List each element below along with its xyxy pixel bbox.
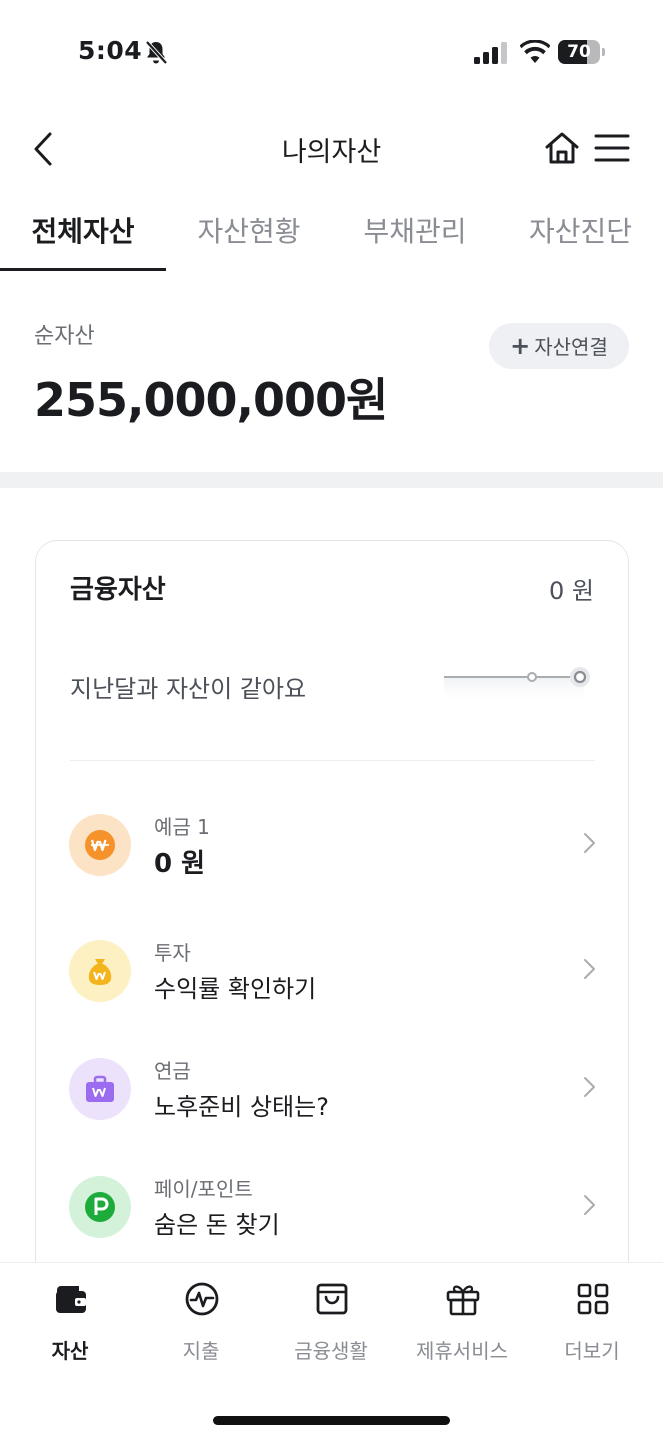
- net-asset-label: 순자산: [34, 324, 95, 349]
- won-pulse-icon: [185, 1282, 219, 1316]
- money-bag-icon: [69, 940, 131, 1002]
- nav-item-assets[interactable]: 자산: [5, 1277, 135, 1367]
- tab-asset-diagnosis[interactable]: 자산진단: [498, 192, 663, 272]
- nav-label: 제휴서비스: [416, 1339, 508, 1363]
- active-tab-indicator: [0, 268, 166, 271]
- card-divider: [70, 760, 595, 761]
- battery-icon: 70: [558, 40, 606, 64]
- asset-row-pay-point[interactable]: 페이/포인트 숨은 돈 찾기: [36, 1161, 630, 1251]
- asset-label: 투자: [154, 941, 191, 965]
- asset-value: 수익률 확인하기: [154, 975, 317, 1003]
- asset-value: 노후준비 상태는?: [154, 1093, 329, 1121]
- briefcase-icon: [69, 1058, 131, 1120]
- wallet-icon: [56, 1286, 86, 1313]
- asset-row-investment[interactable]: 투자 수익률 확인하기: [36, 925, 630, 1015]
- asset-row-deposit[interactable]: 예금 1 0 원: [36, 799, 630, 889]
- asset-row-pension[interactable]: 연금 노후준비 상태는?: [36, 1043, 630, 1133]
- battery-percent: 70: [567, 42, 591, 62]
- nav-item-partner-services[interactable]: 제휴서비스: [397, 1277, 527, 1367]
- connect-asset-label: 자산연결: [534, 335, 608, 359]
- nav-label: 더보기: [564, 1339, 620, 1363]
- app-header: 나의자산: [0, 112, 663, 184]
- nav-item-more[interactable]: 더보기: [527, 1277, 657, 1367]
- home-icon[interactable]: [543, 130, 581, 166]
- financial-assets-card[interactable]: 금융자산 0 원 지난달과 자산이 같아요 예금 1 0 원 투자 수익률 확인…: [35, 540, 629, 1300]
- nav-label: 자산: [51, 1339, 89, 1363]
- asset-tabs: 전체자산 자산현황 부채관리 자산진단: [0, 192, 663, 272]
- plus-icon: +: [510, 332, 531, 360]
- asset-label: 예금 1: [154, 815, 210, 839]
- bell-slash-icon: [145, 40, 168, 65]
- asset-label: 연금: [154, 1059, 191, 1083]
- bottom-navigation: 자산 지출 금융생활 제휴서비스 더보기: [0, 1262, 663, 1440]
- asset-label: 페이/포인트: [154, 1177, 253, 1201]
- wifi-icon: [520, 40, 550, 63]
- won-coin-icon: [69, 814, 131, 876]
- chevron-right-icon: [584, 959, 595, 979]
- asset-value: 0 원: [154, 849, 206, 879]
- chevron-right-icon: [584, 1195, 595, 1215]
- asset-value: 숨은 돈 찾기: [154, 1211, 280, 1239]
- nav-item-spending[interactable]: 지출: [136, 1277, 266, 1367]
- point-p-icon: [69, 1176, 131, 1238]
- nav-label: 지출: [182, 1339, 220, 1363]
- trend-sparkline: [444, 667, 590, 705]
- grid-icon: [577, 1283, 609, 1315]
- card-total: 0 원: [549, 577, 594, 605]
- status-time: 5:04: [78, 36, 143, 65]
- chevron-right-icon: [584, 833, 595, 853]
- net-asset-value: 255,000,000원: [34, 373, 388, 427]
- nav-item-financial-life[interactable]: 금융생활: [266, 1277, 396, 1367]
- connect-asset-button[interactable]: + 자산연결: [489, 323, 629, 369]
- nav-label: 금융생활: [294, 1339, 368, 1363]
- card-title: 금융자산: [70, 575, 166, 605]
- home-indicator: [213, 1416, 450, 1425]
- signal-icon: [474, 42, 507, 64]
- shopping-bag-icon: [316, 1283, 348, 1315]
- tab-asset-status[interactable]: 자산현황: [166, 192, 332, 272]
- gift-icon: [446, 1285, 480, 1316]
- status-bar: 5:04 70: [0, 0, 663, 100]
- tab-total-assets[interactable]: 전체자산: [0, 192, 166, 272]
- tab-debt-management[interactable]: 부채관리: [332, 192, 498, 272]
- section-divider: [0, 472, 663, 488]
- month-comparison-note: 지난달과 자산이 같아요: [70, 675, 307, 703]
- menu-icon[interactable]: [594, 132, 630, 164]
- chevron-right-icon: [584, 1077, 595, 1097]
